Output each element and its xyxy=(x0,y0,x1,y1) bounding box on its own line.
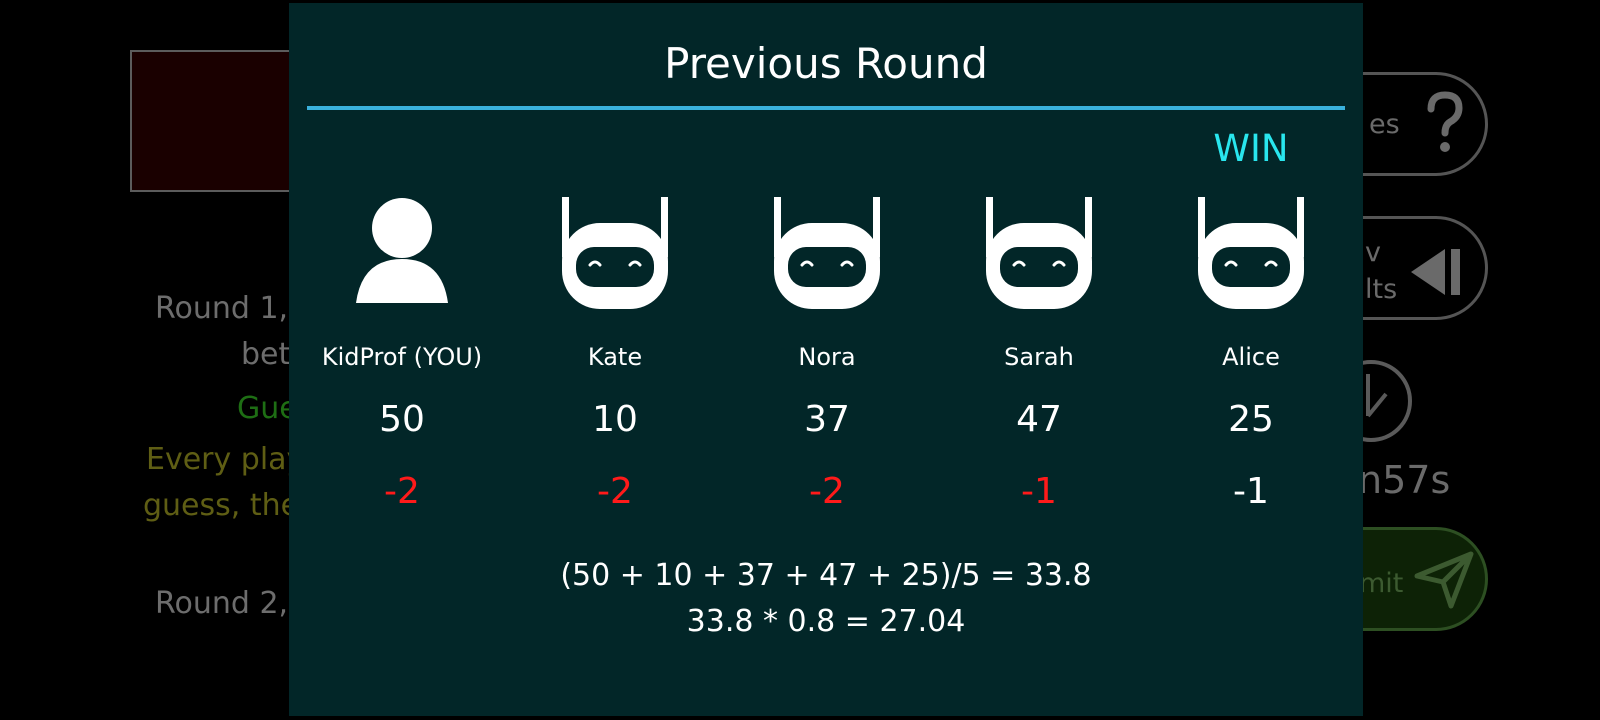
player-name: Nora xyxy=(798,343,856,371)
player-card-kidprof: KidProf (YOU) 50 -2 xyxy=(302,3,502,523)
previous-results-label-2: lts xyxy=(1365,274,1398,305)
player-guess: 10 xyxy=(592,399,638,440)
player-name: Sarah xyxy=(1004,343,1074,371)
player-score: -1 xyxy=(1021,471,1057,512)
rules-line-2: guess, the xyxy=(143,488,300,523)
skip-back-icon xyxy=(1407,245,1467,303)
question-mark-icon xyxy=(1425,89,1465,161)
player-score: -1 xyxy=(1233,471,1269,512)
player-guess: 37 xyxy=(804,399,850,440)
player-name: Kate xyxy=(587,343,643,371)
player-card-sarah: Sarah 47 -1 xyxy=(939,3,1139,523)
send-icon xyxy=(1413,548,1477,616)
previous-round-dialog: Previous Round KidProf (YOU) 50 -2 Kate xyxy=(289,3,1363,716)
player-score: -2 xyxy=(384,471,420,512)
player-score: -2 xyxy=(597,471,633,512)
round-2-label: Round 2, xyxy=(155,586,289,621)
robot-icon xyxy=(558,193,672,315)
player-card-alice: WIN Alice 25 -1 xyxy=(1151,3,1351,523)
player-guess: 50 xyxy=(379,399,425,440)
player-score: -2 xyxy=(809,471,845,512)
player-card-nora: Nora 37 -2 xyxy=(727,3,927,523)
robot-icon xyxy=(1194,193,1308,315)
player-name: Alice xyxy=(1222,343,1280,371)
player-guess: 25 xyxy=(1228,399,1274,440)
player-guess: 47 xyxy=(1016,399,1062,440)
person-icon xyxy=(352,193,452,309)
robot-icon xyxy=(770,193,884,315)
win-label: WIN xyxy=(1213,127,1289,170)
submit-button-label: mit xyxy=(1359,568,1404,599)
robot-icon xyxy=(982,193,1096,315)
timer-text: n57s xyxy=(1358,458,1451,502)
player-name: KidProf (YOU) xyxy=(321,343,483,371)
round-1-label: Round 1, xyxy=(155,291,289,326)
round-1-sub-label: bet xyxy=(241,337,291,372)
rules-line-1: Every play xyxy=(146,442,305,477)
previous-results-label-1: v xyxy=(1365,237,1381,268)
player-card-kate: Kate 10 -2 xyxy=(515,3,715,523)
target-formula: 33.8 * 0.8 = 27.04 xyxy=(686,604,966,639)
average-formula: (50 + 10 + 37 + 47 + 25)/5 = 33.8 xyxy=(560,558,1092,593)
rules-button-label: es xyxy=(1369,109,1400,140)
